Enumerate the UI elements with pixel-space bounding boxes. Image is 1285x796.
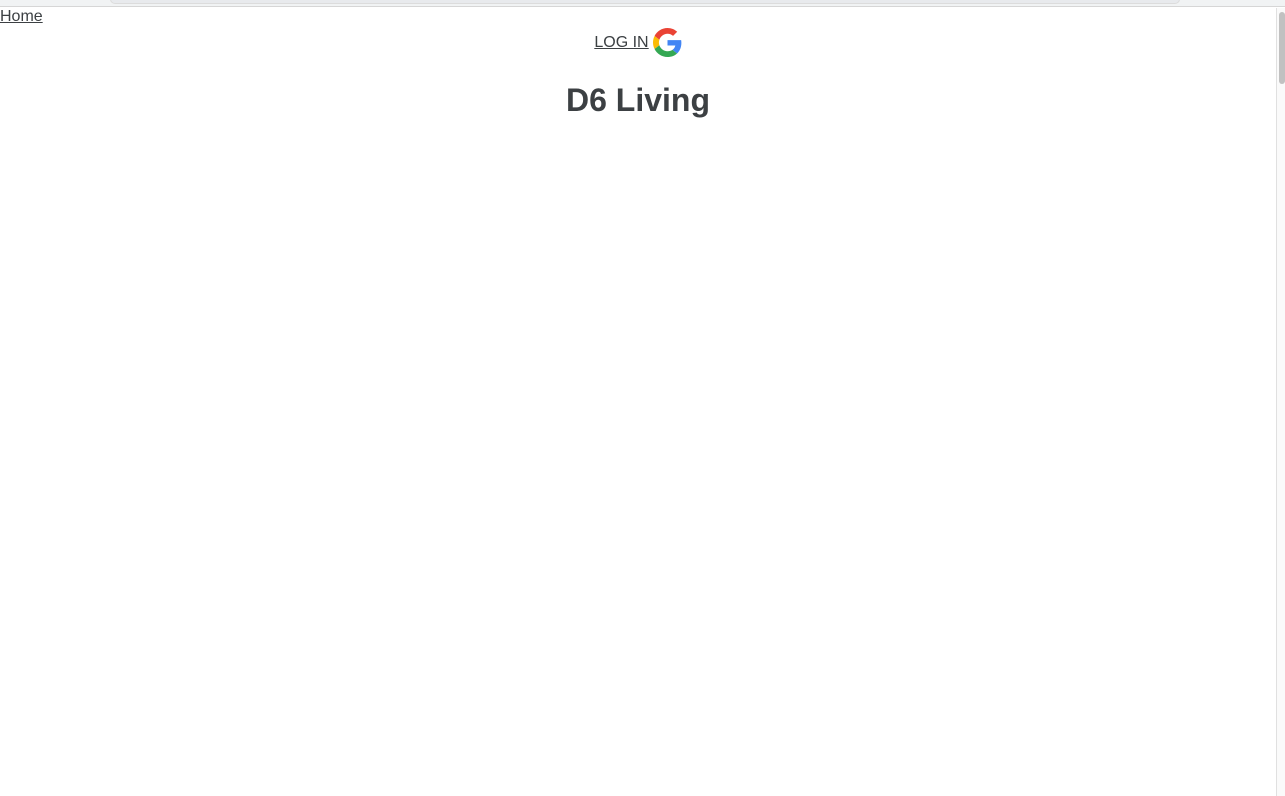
page-title: D6 Living (565, 82, 710, 118)
home-link[interactable]: Home (0, 8, 43, 26)
page-content: Home LOG IN D6 Living (0, 8, 1276, 796)
google-icon (652, 28, 681, 57)
browser-toolbar-edge (0, 0, 1285, 7)
login-with-google-button[interactable]: LOG IN (594, 28, 681, 57)
login-row: LOG IN (0, 28, 1276, 57)
vertical-scrollbar[interactable] (1276, 8, 1285, 796)
address-bar[interactable] (110, 0, 1180, 4)
scrollbar-thumb[interactable] (1279, 12, 1285, 84)
login-label: LOG IN (594, 33, 649, 51)
